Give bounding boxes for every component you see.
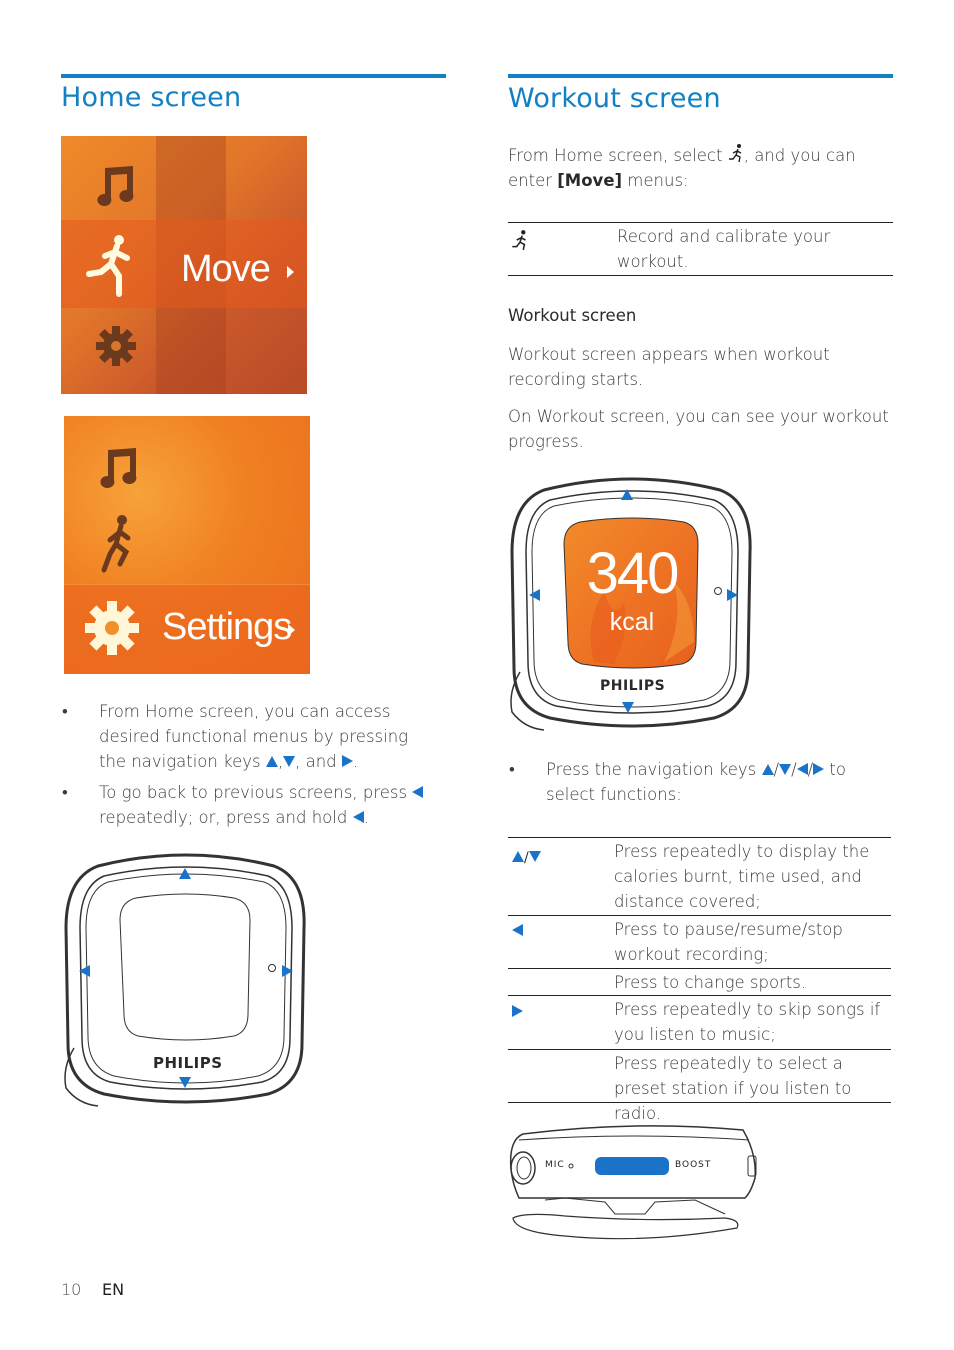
menu-label-settings: Settings (162, 606, 292, 648)
runner-icon (86, 235, 130, 297)
runner-icon (101, 515, 131, 573)
runner-icon (728, 144, 742, 163)
calorie-unit: kcal (609, 608, 655, 636)
table-row: Press repeatedly to select a preset stat… (508, 1050, 891, 1123)
right-arrow-icon (341, 755, 353, 767)
workout-para-2: On Workout screen, you can see your work… (508, 407, 889, 451)
down-arrow-icon (779, 764, 792, 775)
device-side-illustration: MIC BOOST (505, 1118, 765, 1242)
section-rule (508, 74, 893, 78)
home-screen-settings-image: Settings (64, 416, 310, 674)
workout-intro: From Home screen, select , and you can e… (508, 143, 888, 193)
page-number: 10 (61, 1280, 82, 1299)
device-front-illustration: PHILIPS (58, 848, 318, 1110)
caret-right-icon (288, 624, 295, 636)
menu-label-move: Move (181, 248, 271, 290)
left-arrow-icon (796, 763, 808, 775)
move-menu-description: Record and calibrate your workout. (617, 227, 831, 271)
move-menu-table: Record and calibrate your workout. (508, 222, 893, 276)
right-arrow-icon (512, 1005, 523, 1017)
caret-right-icon (287, 266, 294, 278)
brand-logo: PHILIPS (153, 1054, 223, 1072)
home-screen-title: Home screen (61, 82, 242, 113)
language-code: EN (102, 1280, 125, 1299)
up-down-keys-icon: / (512, 847, 541, 866)
bullet: • (509, 760, 515, 779)
left-arrow-icon (412, 786, 424, 798)
music-note-icon (100, 448, 137, 488)
bullet: • (62, 783, 68, 802)
left-arrow-icon (352, 811, 364, 823)
keys-table: / Press repeatedly to display the calori… (508, 837, 891, 1123)
home-bullet-2: To go back to previous screens, press re… (99, 780, 434, 830)
mic-label: MIC (545, 1160, 565, 1170)
workout-subheading: Workout screen (508, 306, 637, 325)
workout-screen-title: Workout screen (508, 83, 721, 114)
brand-logo: PHILIPS (600, 678, 666, 694)
boost-label: BOOST (675, 1160, 712, 1170)
table-row: Press repeatedly to skip songs if you li… (508, 996, 891, 1050)
home-bullet-1: From Home screen, you can access desired… (99, 702, 409, 771)
bullet: • (62, 702, 68, 721)
section-rule (61, 74, 446, 78)
gear-icon (96, 326, 136, 366)
table-row: Press to change sports. (508, 969, 891, 996)
down-arrow-icon (283, 756, 296, 767)
calorie-value: 340 (586, 541, 680, 606)
gear-icon (85, 601, 139, 655)
device-workout-illustration: 340 kcal PHILIPS (504, 472, 764, 734)
table-row: / Press repeatedly to display the calori… (508, 838, 891, 916)
workout-para-1: Workout screen appears when workout reco… (508, 345, 830, 389)
up-arrow-icon (761, 764, 774, 775)
nav-keys-bullet: Press the navigation keys / / / to select … (546, 760, 846, 804)
table-row: Press to pause/resume/stop workout recor… (508, 916, 891, 969)
left-arrow-icon (512, 924, 523, 936)
runner-icon (512, 230, 526, 251)
music-note-icon (97, 166, 134, 206)
right-arrow-icon (813, 763, 825, 775)
up-arrow-icon (265, 756, 278, 767)
home-screen-move-image: Move (61, 136, 307, 394)
